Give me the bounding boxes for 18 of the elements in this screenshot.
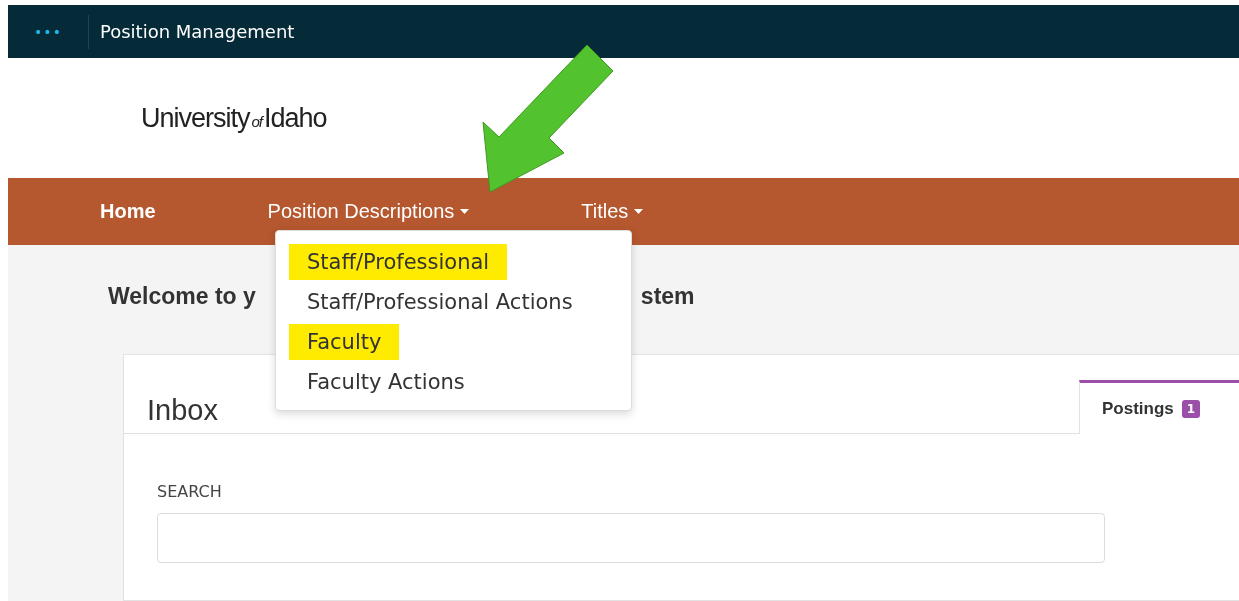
welcome-text: Welcome to y — [108, 283, 256, 310]
nav-link[interactable]: Titles — [581, 200, 644, 223]
app-title: Position Management — [99, 21, 295, 42]
caret-icon — [634, 209, 644, 214]
welcome-text: stem — [640, 283, 695, 310]
university-logo: UniversityofIdaho — [141, 102, 327, 134]
search-field[interactable] — [157, 513, 1105, 563]
menu-item[interactable]: Faculty Actions — [289, 364, 483, 400]
nav-link[interactable]: Home — [100, 200, 156, 223]
inbox-title: Inbox — [147, 394, 218, 428]
caret-icon — [460, 209, 470, 214]
count-badge: 1 — [1181, 399, 1201, 418]
menu-item[interactable]: Faculty — [289, 324, 400, 360]
menu-item[interactable]: Staff/Professional — [289, 244, 508, 280]
nav-link[interactable]: Position Descriptions — [267, 200, 470, 223]
postings-tab[interactable]: Postings 1 — [1079, 380, 1239, 434]
search-label: SEARCH — [157, 482, 223, 501]
menu-item[interactable]: Staff/Professional Actions — [289, 284, 591, 320]
